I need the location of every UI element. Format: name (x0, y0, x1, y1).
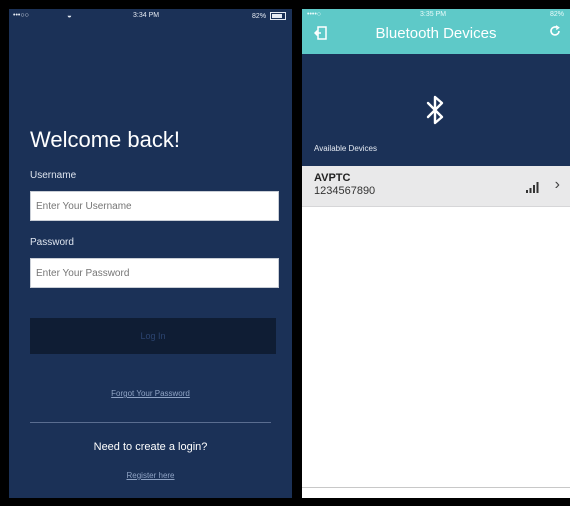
bluetooth-screen: ••••○ 3:35 PM 82% Bluetooth Devices Avai… (302, 9, 570, 498)
page-title: Bluetooth Devices (375, 25, 497, 42)
signal-indicator: •••○○ (13, 12, 29, 19)
page-title: Welcome back! (30, 127, 180, 152)
wifi-icon: ◒ (67, 11, 72, 20)
login-screen: •••○○ ◒ 3:34 PM 82% Welcome back! Userna… (9, 9, 292, 498)
device-name: AVPTC (314, 172, 351, 184)
divider (302, 487, 570, 488)
status-bar: ••••○ 3:35 PM 82% (302, 9, 570, 23)
status-bar: •••○○ ◒ 3:34 PM 82% (9, 9, 292, 23)
bluetooth-icon (426, 95, 444, 125)
status-time: 3:34 PM (133, 12, 160, 19)
battery-percent: 82% (549, 11, 564, 18)
forgot-password-link[interactable]: Forgot Your Password (9, 389, 292, 398)
device-id: 1234567890 (314, 185, 376, 197)
register-link[interactable]: Register here (9, 471, 292, 480)
login-button[interactable]: Log In (30, 318, 276, 354)
available-devices-label: Available Devices (314, 144, 377, 153)
signal-strength-icon (526, 182, 539, 193)
battery-icon (270, 12, 286, 20)
refresh-icon[interactable] (549, 25, 561, 41)
chevron-right-icon: › (554, 176, 560, 193)
password-field[interactable] (30, 258, 279, 288)
signal-indicator: ••••○ (307, 11, 322, 18)
register-prompt: Need to create a login? (93, 441, 208, 453)
battery-percent: 82% (252, 12, 267, 20)
password-label: Password (30, 237, 74, 248)
battery-status: 82% (252, 12, 286, 20)
username-label: Username (30, 170, 77, 181)
divider (30, 422, 271, 423)
status-time: 3:35 PM (420, 11, 447, 18)
header-bar: ••••○ 3:35 PM 82% Bluetooth Devices (302, 9, 570, 54)
username-field[interactable] (30, 191, 279, 221)
device-row[interactable]: AVPTC 1234567890 › (302, 166, 570, 207)
